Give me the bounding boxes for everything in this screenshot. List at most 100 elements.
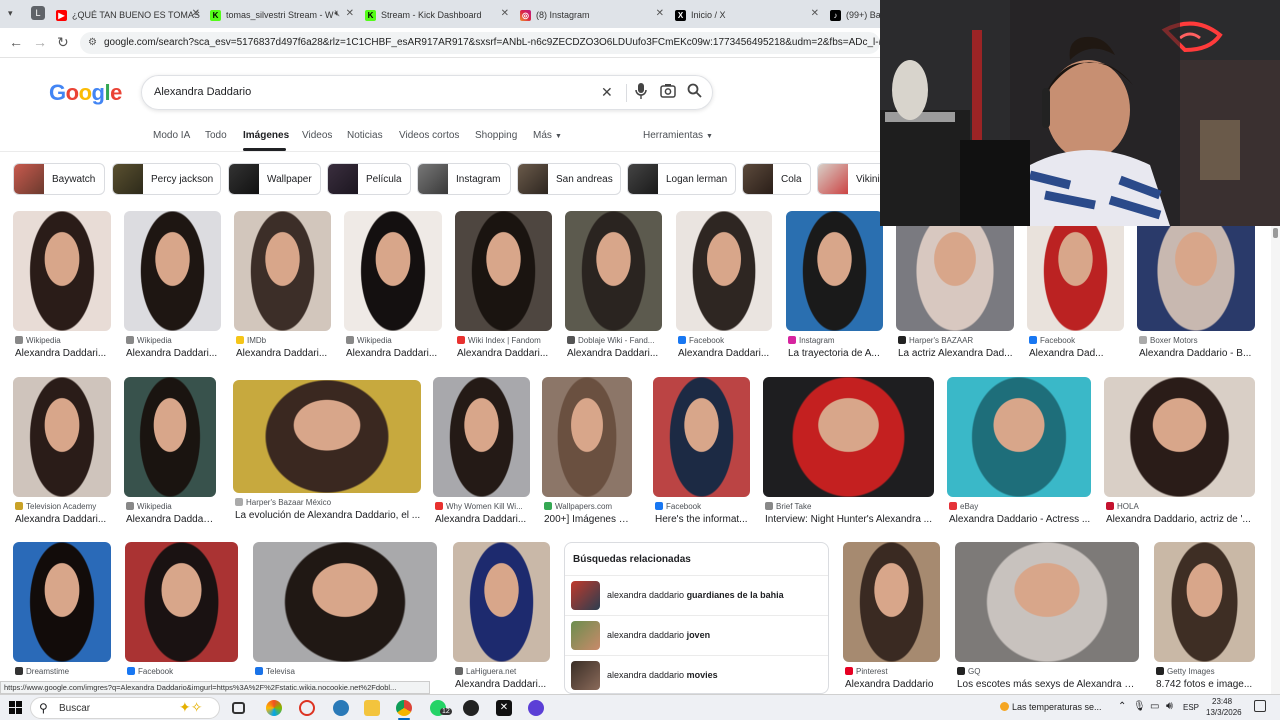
- image-result[interactable]: Getty Images 8.742 fotos e image...: [1154, 542, 1255, 692]
- app-icon-dark[interactable]: [463, 700, 479, 716]
- tab-todo[interactable]: Todo: [205, 130, 227, 141]
- result-title[interactable]: Alexandra Daddari...: [15, 348, 111, 359]
- clock-time[interactable]: 23:48: [1212, 697, 1232, 706]
- reload-icon[interactable]: ↻: [57, 34, 69, 51]
- weather-icon[interactable]: [1000, 702, 1009, 711]
- close-tab-icon[interactable]: ✕: [811, 8, 819, 19]
- result-source[interactable]: IMDb: [236, 336, 331, 345]
- result-title[interactable]: Alexandra Daddari...: [346, 348, 442, 359]
- image-result[interactable]: Brief Take Interview: Night Hunter's Alex…: [763, 377, 934, 527]
- result-thumbnail[interactable]: [124, 211, 221, 331]
- result-thumbnail[interactable]: [542, 377, 632, 497]
- result-thumbnail[interactable]: [253, 542, 437, 662]
- tools-button[interactable]: Herramientas: [643, 130, 703, 141]
- result-source[interactable]: Boxer Motors: [1139, 336, 1255, 345]
- result-source[interactable]: Harper's BAZAAR: [898, 336, 1014, 345]
- windows-start-icon[interactable]: [9, 701, 22, 717]
- result-source[interactable]: Wikipedia: [346, 336, 442, 345]
- result-source[interactable]: Wikipedia: [15, 336, 111, 345]
- browser-tab[interactable]: ◎ (8) Instagram ✕: [516, 4, 668, 26]
- browser-tab[interactable]: ▶ ¿QUÉ TAN BUENO ES TOMAS ✕: [52, 4, 204, 26]
- close-tab-icon[interactable]: ✕: [192, 8, 200, 19]
- chip-pelicula[interactable]: Película: [327, 163, 411, 195]
- result-thumbnail[interactable]: [947, 377, 1091, 497]
- image-result[interactable]: Facebook Alexandra Daddari...: [676, 211, 772, 361]
- image-result[interactable]: Wikipedia Alexandra Daddari...: [124, 377, 216, 527]
- taskbar-search[interactable]: ⚲ Buscar ✦✧: [30, 697, 220, 719]
- chip-baywatch[interactable]: Baywatch: [13, 163, 105, 195]
- obs-icon[interactable]: [528, 700, 544, 716]
- image-result[interactable]: Wiki Index | Fandom Alexandra Daddari...: [455, 211, 552, 361]
- result-title[interactable]: Alexandra Daddari...: [126, 348, 221, 359]
- result-source[interactable]: Harper's Bazaar México: [235, 498, 421, 507]
- chip-instagram[interactable]: Instagram: [417, 163, 511, 195]
- microphone-icon[interactable]: [635, 83, 647, 103]
- result-source[interactable]: Facebook: [127, 667, 238, 676]
- result-source[interactable]: Wikipedia: [126, 336, 221, 345]
- image-result[interactable]: Television Academy Alexandra Daddari...: [13, 377, 111, 527]
- result-title[interactable]: Here's the informat...: [655, 514, 750, 525]
- network-icon[interactable]: ▭: [1150, 701, 1159, 712]
- result-thumbnail[interactable]: [125, 542, 238, 662]
- tab-videos-cortos[interactable]: Videos cortos: [399, 130, 459, 141]
- result-title[interactable]: Alexandra Daddari...: [435, 514, 530, 525]
- browser-tab[interactable]: K tomas_silvestri Stream - W 🔇︎ ✕: [206, 4, 358, 26]
- result-title[interactable]: Alexandra Daddari...: [567, 348, 662, 359]
- chevron-down-icon[interactable]: ▼: [706, 133, 713, 140]
- result-thumbnail[interactable]: [955, 542, 1139, 662]
- related-search-item[interactable]: alexandra daddario movies: [565, 655, 828, 693]
- result-source[interactable]: GQ: [957, 667, 1139, 676]
- google-logo[interactable]: Google: [49, 80, 122, 106]
- tab-shopping[interactable]: Shopping: [475, 130, 517, 141]
- result-source[interactable]: Doblaje Wiki - Fand...: [567, 336, 662, 345]
- result-title[interactable]: La trayectoria de A...: [788, 348, 883, 359]
- tab-mas[interactable]: Más: [533, 130, 552, 141]
- result-thumbnail[interactable]: [1137, 211, 1255, 331]
- result-source[interactable]: Dreamstime: [15, 667, 111, 676]
- image-result[interactable]: GQ Los escotes más sexys de Alexandra D..…: [955, 542, 1139, 692]
- result-title[interactable]: Alexandra Daddari...: [15, 514, 111, 525]
- result-source[interactable]: Wallpapers.com: [544, 502, 632, 511]
- back-icon[interactable]: ←: [9, 34, 23, 50]
- image-result[interactable]: Facebook Alexandra Dad...: [1027, 211, 1124, 361]
- app-icon-red[interactable]: [299, 700, 315, 716]
- result-title[interactable]: Alexandra Dad...: [1029, 348, 1124, 359]
- search-icon[interactable]: [687, 83, 702, 102]
- result-source[interactable]: eBay: [949, 502, 1091, 511]
- image-result[interactable]: Wikipedia Alexandra Daddari...: [124, 211, 221, 361]
- result-thumbnail[interactable]: [676, 211, 772, 331]
- result-title[interactable]: Alexandra Daddario - B...: [1139, 348, 1255, 359]
- image-result[interactable]: HOLA Alexandra Daddario, actriz de '...: [1104, 377, 1255, 527]
- result-title[interactable]: 8.742 fotos e image...: [1156, 679, 1255, 690]
- result-thumbnail[interactable]: [13, 542, 111, 662]
- weather-text[interactable]: Las temperaturas se...: [1012, 702, 1102, 712]
- result-title[interactable]: Alexandra Daddario, actriz de '...: [1106, 514, 1255, 525]
- result-thumbnail[interactable]: [1027, 211, 1124, 331]
- result-title[interactable]: Interview: Night Hunter's Alexandra ...: [765, 514, 934, 525]
- result-title[interactable]: Alexandra Daddari...: [126, 514, 216, 525]
- image-result[interactable]: Wallpapers.com 200+] Imágenes d...: [542, 377, 632, 527]
- result-thumbnail[interactable]: [13, 211, 111, 331]
- result-thumbnail[interactable]: [233, 380, 421, 493]
- related-search-item[interactable]: alexandra daddario guardianes de la bahi…: [565, 575, 828, 615]
- image-result[interactable]: Doblaje Wiki - Fand... Alexandra Daddari.…: [565, 211, 662, 361]
- chip-wallpaper[interactable]: Wallpaper: [228, 163, 321, 195]
- tab-noticias[interactable]: Noticias: [347, 130, 383, 141]
- browser-tab[interactable]: X Inicio / X ✕: [671, 4, 823, 26]
- notifications-icon[interactable]: [1254, 700, 1266, 712]
- page-scrollbar[interactable]: [1271, 226, 1280, 694]
- chip-cola[interactable]: Cola: [742, 163, 811, 195]
- image-result[interactable]: IMDb Alexandra Daddari...: [234, 211, 331, 361]
- result-thumbnail[interactable]: [433, 377, 530, 497]
- clock-date[interactable]: 13/3/2026: [1206, 708, 1242, 717]
- result-source[interactable]: HOLA: [1106, 502, 1255, 511]
- image-result[interactable]: Wikipedia Alexandra Daddari...: [13, 211, 111, 361]
- result-thumbnail[interactable]: [1104, 377, 1255, 497]
- language-indicator[interactable]: ESP: [1183, 703, 1199, 712]
- image-result[interactable]: eBay Alexandra Daddario - Actress ...: [947, 377, 1091, 527]
- image-result[interactable]: Facebook: [125, 542, 238, 692]
- clear-icon[interactable]: ✕: [601, 84, 613, 101]
- result-thumbnail[interactable]: [455, 211, 552, 331]
- image-result[interactable]: Dreamstime: [13, 542, 111, 692]
- result-thumbnail[interactable]: [453, 542, 550, 662]
